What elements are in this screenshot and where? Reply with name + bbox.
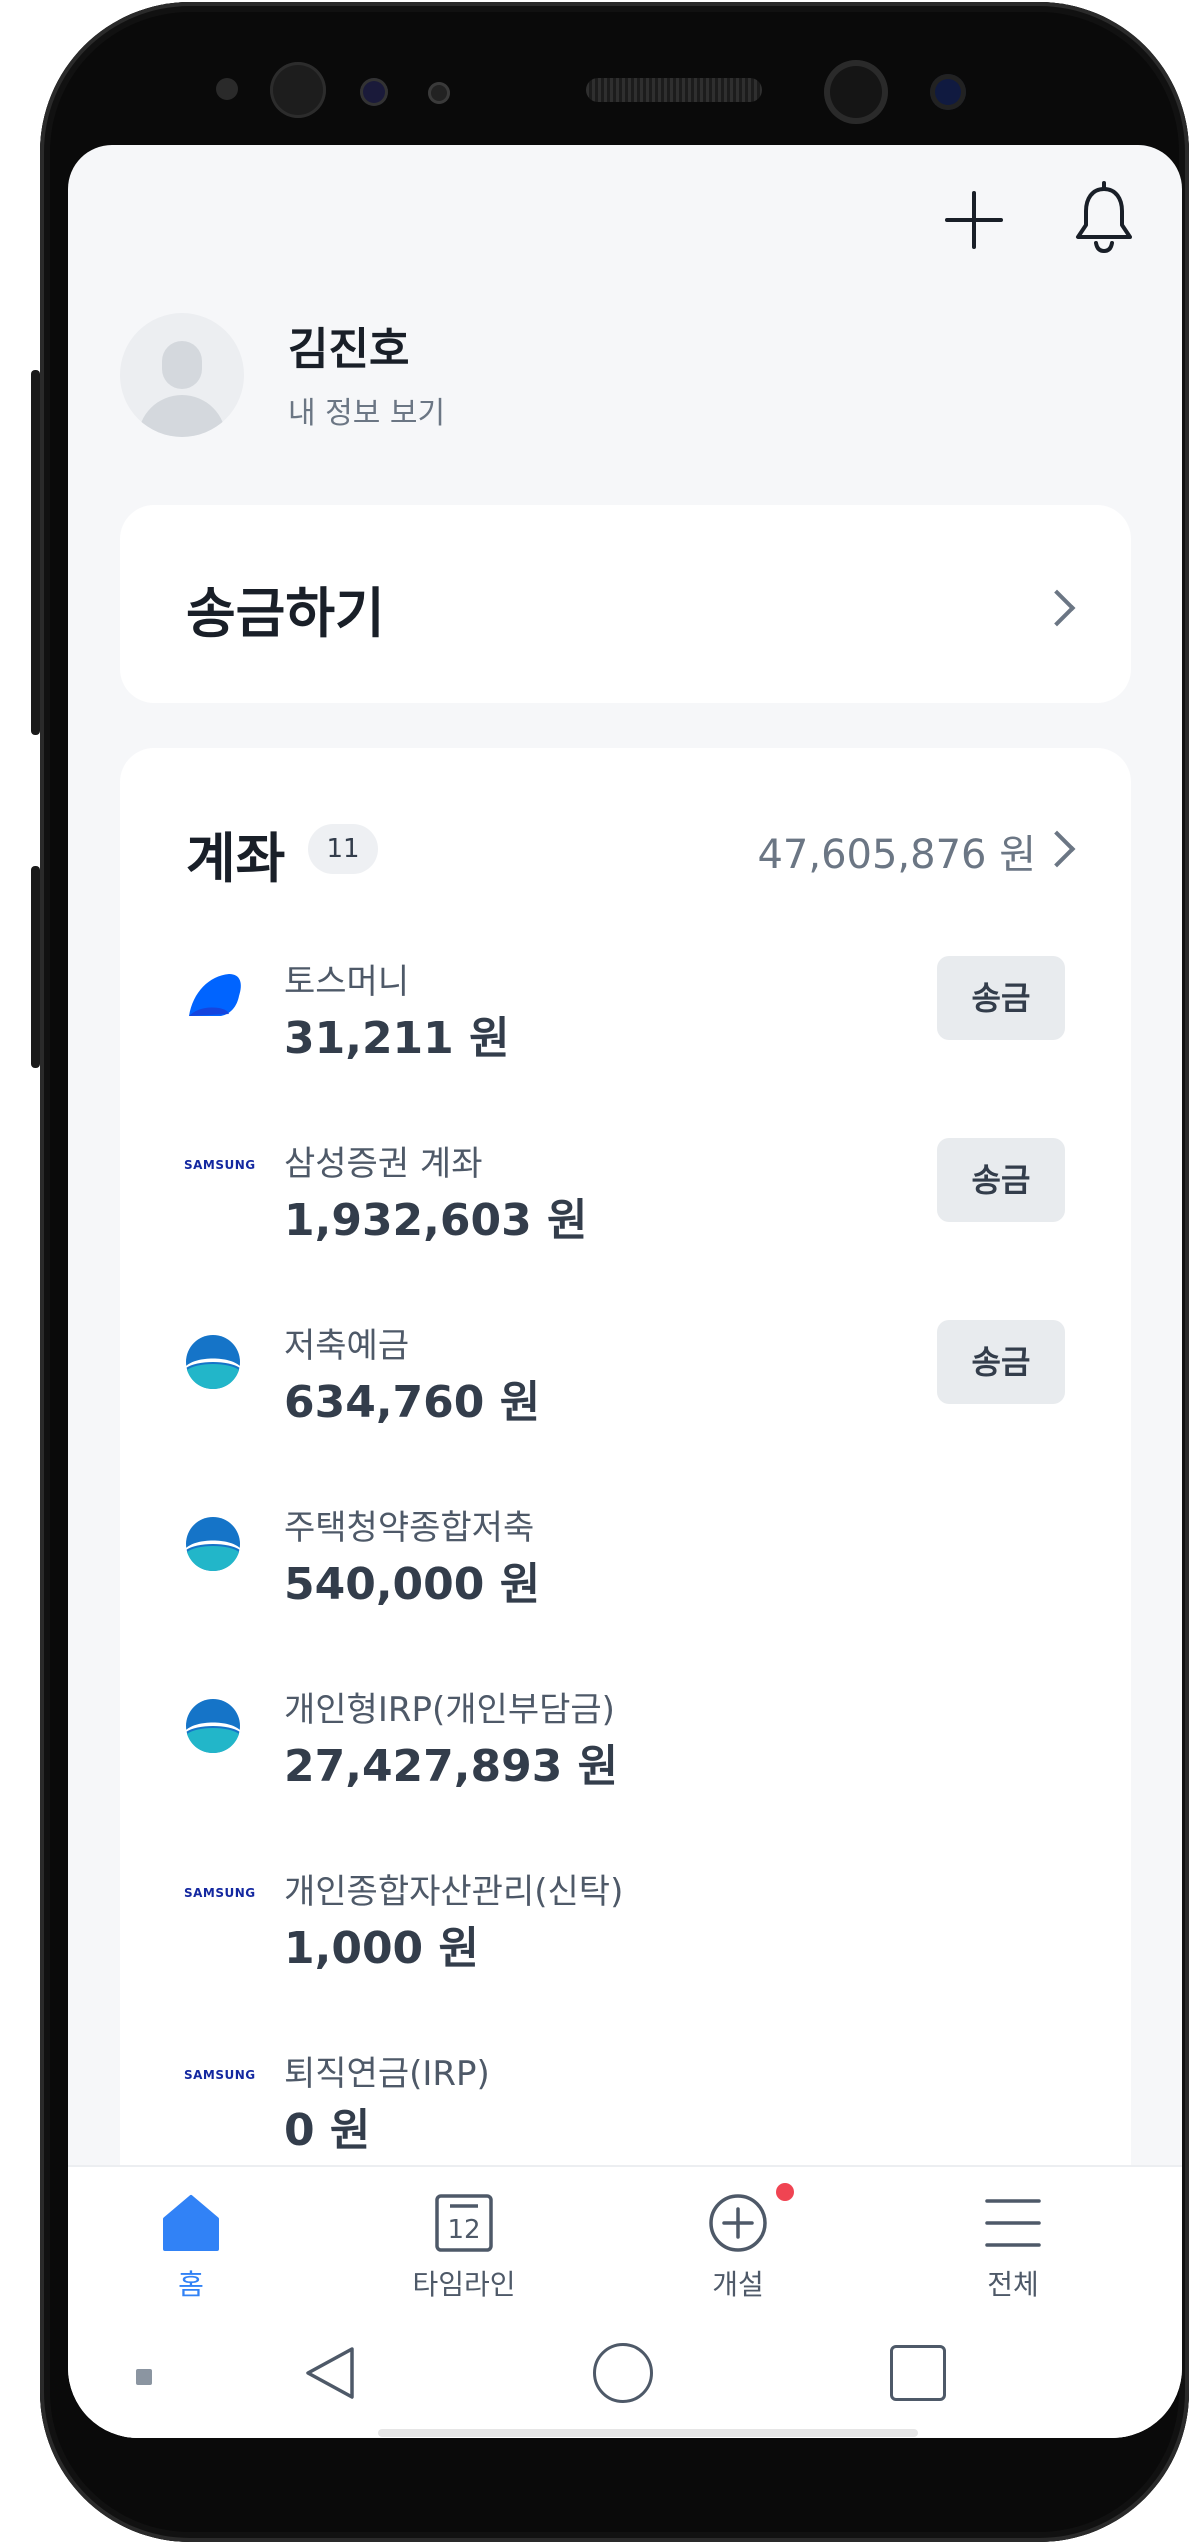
chevron-right-icon	[1038, 589, 1076, 627]
nav-label: 개설	[712, 2268, 764, 2301]
nav-label: 전체	[987, 2268, 1039, 2301]
account-balance: 1,932,603 원	[284, 1195, 588, 1246]
calendar-icon: 12	[434, 2193, 494, 2253]
nav-open-account[interactable]: 개설	[648, 2167, 828, 2307]
front-sensor	[216, 78, 238, 100]
bell-icon[interactable]	[1066, 181, 1142, 257]
account-name: 퇴직연금(IRP)	[284, 2054, 490, 2094]
toss-logo-icon	[185, 970, 243, 1032]
notification-badge	[776, 2183, 794, 2201]
account-name: 삼성증권 계좌	[284, 1144, 483, 1184]
account-name: 개인종합자산관리(신탁)	[284, 1872, 624, 1912]
account-balance: 27,427,893 원	[284, 1741, 619, 1792]
account-name: 주택청약종합저축	[284, 1508, 535, 1548]
home-circle-icon[interactable]	[593, 2343, 653, 2403]
view-profile-link[interactable]: 내 정보 보기	[288, 388, 445, 432]
iris-camera	[930, 74, 966, 110]
plus-circle-icon	[708, 2193, 768, 2253]
samsung-logo-icon: SAMSUNG	[184, 2068, 256, 2082]
send-button[interactable]: 송금	[937, 1320, 1065, 1404]
account-row[interactable]: 개인형IRP(개인부담금) 27,427,893 원	[120, 1678, 1131, 1838]
account-balance: 1,000 원	[284, 1923, 479, 1974]
overview-square-icon[interactable]	[890, 2345, 946, 2401]
avatar[interactable]	[120, 313, 244, 437]
nav-all[interactable]: 전체	[923, 2167, 1103, 2307]
account-name: 개인형IRP(개인부담금)	[284, 1690, 615, 1730]
back-icon[interactable]	[300, 2343, 360, 2403]
bank-logo-icon	[185, 1516, 241, 1576]
accounts-total[interactable]: 47,605,876 원	[757, 822, 1036, 880]
calendar-day: 12	[447, 2215, 481, 2245]
user-name[interactable]: 김진호	[288, 313, 409, 377]
account-row[interactable]: 주택청약종합저축 540,000 원	[120, 1496, 1131, 1656]
home-indicator	[378, 2429, 918, 2437]
menu-icon	[983, 2193, 1043, 2253]
nav-label: 홈	[178, 2268, 204, 2301]
system-nav-bar	[68, 2305, 1182, 2438]
bixby-button	[31, 370, 40, 735]
account-row[interactable]: SAMSUNG 개인종합자산관리(신탁) 1,000 원	[120, 1860, 1131, 2020]
account-balance: 0 원	[284, 2105, 371, 2156]
nav-label: 타임라인	[412, 2268, 516, 2301]
bank-logo-icon	[185, 1334, 241, 1394]
avatar-shoulders	[138, 395, 226, 437]
account-balance: 634,760 원	[284, 1377, 541, 1428]
transfer-title: 송금하기	[186, 582, 385, 645]
light-sensor	[428, 82, 450, 104]
account-balance: 540,000 원	[284, 1559, 541, 1610]
nav-timeline[interactable]: 12 타임라인	[374, 2167, 554, 2307]
account-balance: 31,211 원	[284, 1013, 510, 1064]
proximity-sensor	[360, 78, 388, 106]
app-screen: 김진호 내 정보 보기 송금하기 계좌 11 47,605,876 원 토스머니…	[68, 145, 1182, 2438]
speaker-grille	[586, 78, 762, 102]
plus-icon[interactable]	[939, 185, 1009, 255]
samsung-logo-icon: SAMSUNG	[184, 1158, 256, 1172]
samsung-logo-icon: SAMSUNG	[184, 1886, 256, 1900]
volume-button	[31, 866, 40, 1068]
send-button[interactable]: 송금	[937, 1138, 1065, 1222]
bank-logo-icon	[185, 1698, 241, 1758]
recent-dot-icon	[136, 2369, 152, 2385]
account-name: 저축예금	[284, 1326, 410, 1366]
bottom-nav: 홈 12 타임라인 개설 전체	[68, 2165, 1182, 2307]
transfer-card[interactable]: 송금하기	[120, 505, 1131, 703]
accounts-title: 계좌	[186, 827, 286, 890]
iris-scanner	[270, 62, 326, 118]
nav-home[interactable]: 홈	[101, 2167, 281, 2307]
account-row[interactable]: 토스머니 31,211 원 송금	[120, 950, 1131, 1110]
accounts-count-badge: 11	[308, 824, 378, 874]
chevron-right-icon[interactable]	[1038, 830, 1076, 868]
account-row[interactable]: SAMSUNG 삼성증권 계좌 1,932,603 원 송금	[120, 1132, 1131, 1292]
front-camera	[824, 60, 888, 124]
account-row[interactable]: 저축예금 634,760 원 송금	[120, 1314, 1131, 1474]
avatar-head	[162, 341, 202, 389]
send-button[interactable]: 송금	[937, 956, 1065, 1040]
home-icon	[161, 2193, 221, 2253]
account-name: 토스머니	[284, 962, 410, 1002]
